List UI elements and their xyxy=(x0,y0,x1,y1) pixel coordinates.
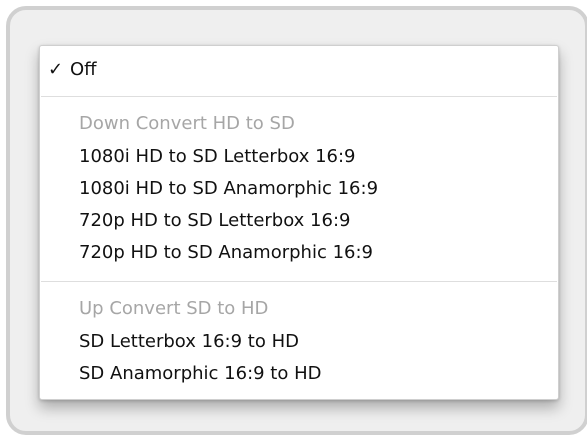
menu-item-720p-hd-to-sd-letterbox[interactable]: 720p HD to SD Letterbox 16:9 xyxy=(79,206,350,236)
menu-item-1080i-hd-to-sd-letterbox[interactable]: 1080i HD to SD Letterbox 16:9 xyxy=(79,142,356,172)
conversion-popup-menu: ✓ Off Down Convert HD to SD 1080i HD to S… xyxy=(39,45,559,400)
menu-item-off[interactable]: ✓ Off xyxy=(48,55,97,85)
menu-item-sd-anamorphic-to-hd[interactable]: SD Anamorphic 16:9 to HD xyxy=(79,359,322,389)
menu-item-label: Off xyxy=(70,59,97,80)
menu-separator xyxy=(41,281,557,282)
menu-separator xyxy=(41,96,557,97)
section-header-down-convert: Down Convert HD to SD xyxy=(79,113,295,134)
menu-item-sd-letterbox-to-hd[interactable]: SD Letterbox 16:9 to HD xyxy=(79,327,299,357)
menu-item-720p-hd-to-sd-anamorphic[interactable]: 720p HD to SD Anamorphic 16:9 xyxy=(79,238,373,268)
checkmark-icon: ✓ xyxy=(48,59,64,80)
section-header-up-convert: Up Convert SD to HD xyxy=(79,298,269,319)
menu-item-1080i-hd-to-sd-anamorphic[interactable]: 1080i HD to SD Anamorphic 16:9 xyxy=(79,174,378,204)
